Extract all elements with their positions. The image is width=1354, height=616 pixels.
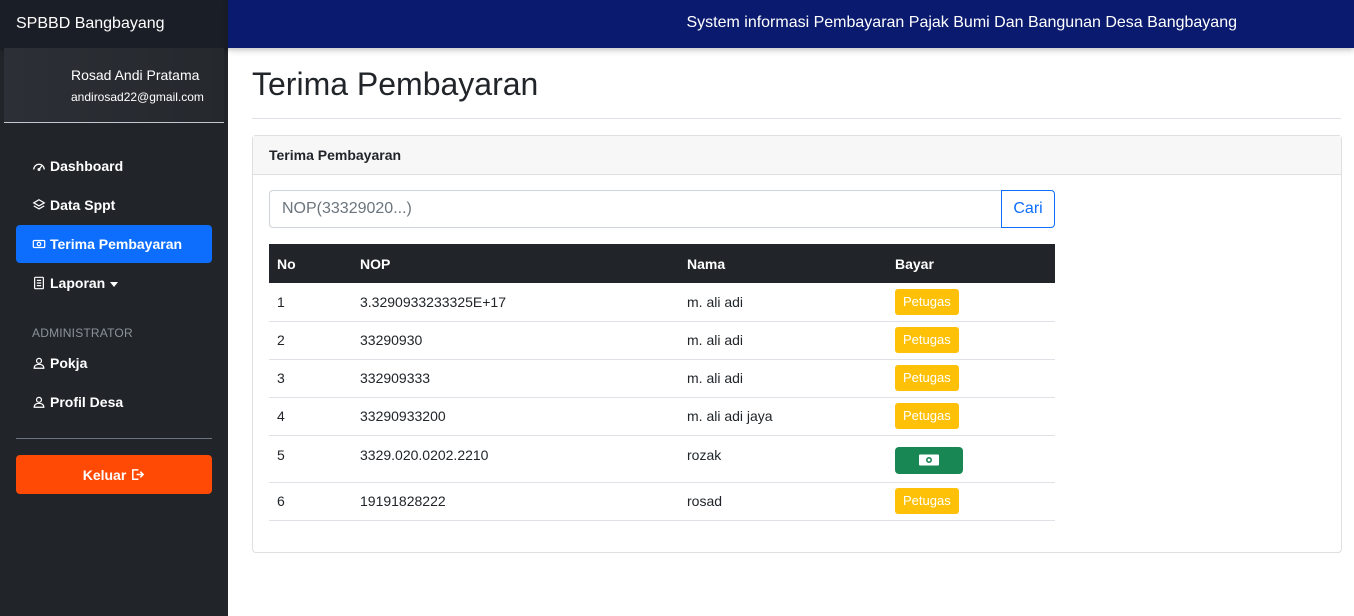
cell-no: 3 [269, 359, 352, 398]
petugas-badge: Petugas [895, 488, 959, 514]
card-header: Terima Pembayaran [253, 136, 1341, 175]
payment-table: No NOP Nama Bayar 1 3.3290933233325E+17 … [269, 244, 1055, 521]
cell-nop: 19191828222 [352, 482, 679, 521]
nav-section-header: ADMINISTRATOR [32, 326, 133, 340]
cell-no: 2 [269, 321, 352, 360]
pay-button[interactable] [895, 446, 963, 474]
logout-button[interactable]: Keluar [16, 455, 212, 494]
search-button[interactable]: Cari [1001, 190, 1055, 228]
cell-nop: 332909333 [352, 359, 679, 398]
cell-nop: 33290933200 [352, 397, 679, 436]
cell-no: 1 [269, 283, 352, 322]
cell-nop: 3.3290933233325E+17 [352, 283, 679, 322]
sidebar-item-label: Laporan [50, 275, 106, 291]
page-title: Terima Pembayaran [252, 66, 539, 102]
table-row: 1 3.3290933233325E+17 m. ali adi Petugas [269, 283, 1055, 322]
cell-no: 4 [269, 397, 352, 436]
cell-no: 6 [269, 482, 352, 521]
sidebar: SPBBD Bangbayang Rosad Andi Pratama andi… [0, 0, 228, 616]
payment-card: Terima Pembayaran Cari No NOP Nama Bayar… [252, 135, 1342, 553]
petugas-badge: Petugas [895, 288, 959, 315]
cell-nama: m. ali adi jaya [679, 397, 887, 436]
cell-nama: m. ali adi [679, 283, 887, 322]
document-icon [32, 276, 46, 290]
column-header-bayar: Bayar [895, 255, 934, 272]
sidebar-divider [16, 438, 212, 439]
cell-nop: 33290930 [352, 321, 679, 360]
person-icon [32, 356, 46, 370]
table-row: 4 33290933200 m. ali adi jaya Petugas [269, 397, 1055, 436]
title-divider [252, 118, 1341, 119]
sidebar-item-label: Pokja [50, 355, 88, 371]
sidebar-item-pokja[interactable]: Pokja [16, 344, 212, 382]
caret-down-icon [110, 281, 119, 287]
cell-bayar: Petugas [887, 397, 1055, 436]
sidebar-item-profil-desa[interactable]: Profil Desa [16, 383, 212, 421]
table-row: 2 33290930 m. ali adi Petugas [269, 321, 1055, 360]
user-name[interactable]: Rosad Andi Pratama [71, 67, 199, 83]
sidebar-nav: Dashboard Data Sppt Terima Pembayaran La… [16, 147, 212, 303]
cell-nama: rozak [679, 435, 887, 483]
cell-bayar: Petugas [887, 359, 1055, 398]
user-panel: Rosad Andi Pratama andirosad22@gmail.com [4, 48, 224, 123]
sidebar-item-dashboard[interactable]: Dashboard [16, 147, 212, 185]
topbar: System informasi Pembayaran Pajak Bumi D… [228, 0, 1354, 48]
sidebar-item-terima-pembayaran[interactable]: Terima Pembayaran [16, 225, 212, 263]
sidebar-item-label: Dashboard [50, 158, 124, 174]
column-header-nama: Nama [687, 255, 726, 272]
table-row: 3 332909333 m. ali adi Petugas [269, 359, 1055, 398]
cell-nama: m. ali adi [679, 321, 887, 360]
layers-icon [32, 198, 46, 212]
cell-bayar: Petugas [887, 283, 1055, 322]
petugas-badge: Petugas [895, 365, 959, 391]
cell-nop: 3329.020.0202.2210 [352, 435, 679, 483]
brand-title[interactable]: SPBBD Bangbayang [0, 0, 228, 48]
sidebar-item-laporan[interactable]: Laporan [16, 264, 212, 302]
cash-icon [32, 237, 46, 251]
logout-icon [132, 469, 145, 480]
cash-icon [919, 454, 939, 466]
cell-bayar [887, 435, 1055, 483]
sidebar-item-label: Profil Desa [50, 394, 124, 410]
column-header-no: No [277, 255, 296, 272]
sidebar-item-data-sppt[interactable]: Data Sppt [16, 186, 212, 224]
sidebar-item-label: Terima Pembayaran [50, 236, 183, 252]
table-row: 6 19191828222 rosad Petugas [269, 482, 1055, 521]
cell-nama: m. ali adi [679, 359, 887, 398]
cell-bayar: Petugas [887, 321, 1055, 360]
speedometer-icon [32, 159, 46, 173]
sidebar-nav-admin: Pokja Profil Desa [16, 344, 212, 422]
cell-no: 5 [269, 435, 352, 483]
person-icon [32, 395, 46, 409]
petugas-badge: Petugas [895, 327, 959, 353]
table-header-row: No NOP Nama Bayar [269, 244, 1055, 283]
cell-bayar: Petugas [887, 482, 1055, 521]
nop-search-input[interactable] [269, 190, 1002, 228]
cell-nama: rosad [679, 482, 887, 521]
logout-label: Keluar [82, 466, 127, 483]
sidebar-item-label: Data Sppt [50, 197, 116, 213]
column-header-nop: NOP [360, 255, 391, 272]
petugas-badge: Petugas [895, 403, 959, 429]
table-row: 5 3329.020.0202.2210 rozak [269, 435, 1055, 483]
user-email: andirosad22@gmail.com [71, 90, 204, 104]
app-title: System informasi Pembayaran Pajak Bumi D… [686, 14, 1237, 31]
search-group: Cari [269, 190, 1055, 229]
